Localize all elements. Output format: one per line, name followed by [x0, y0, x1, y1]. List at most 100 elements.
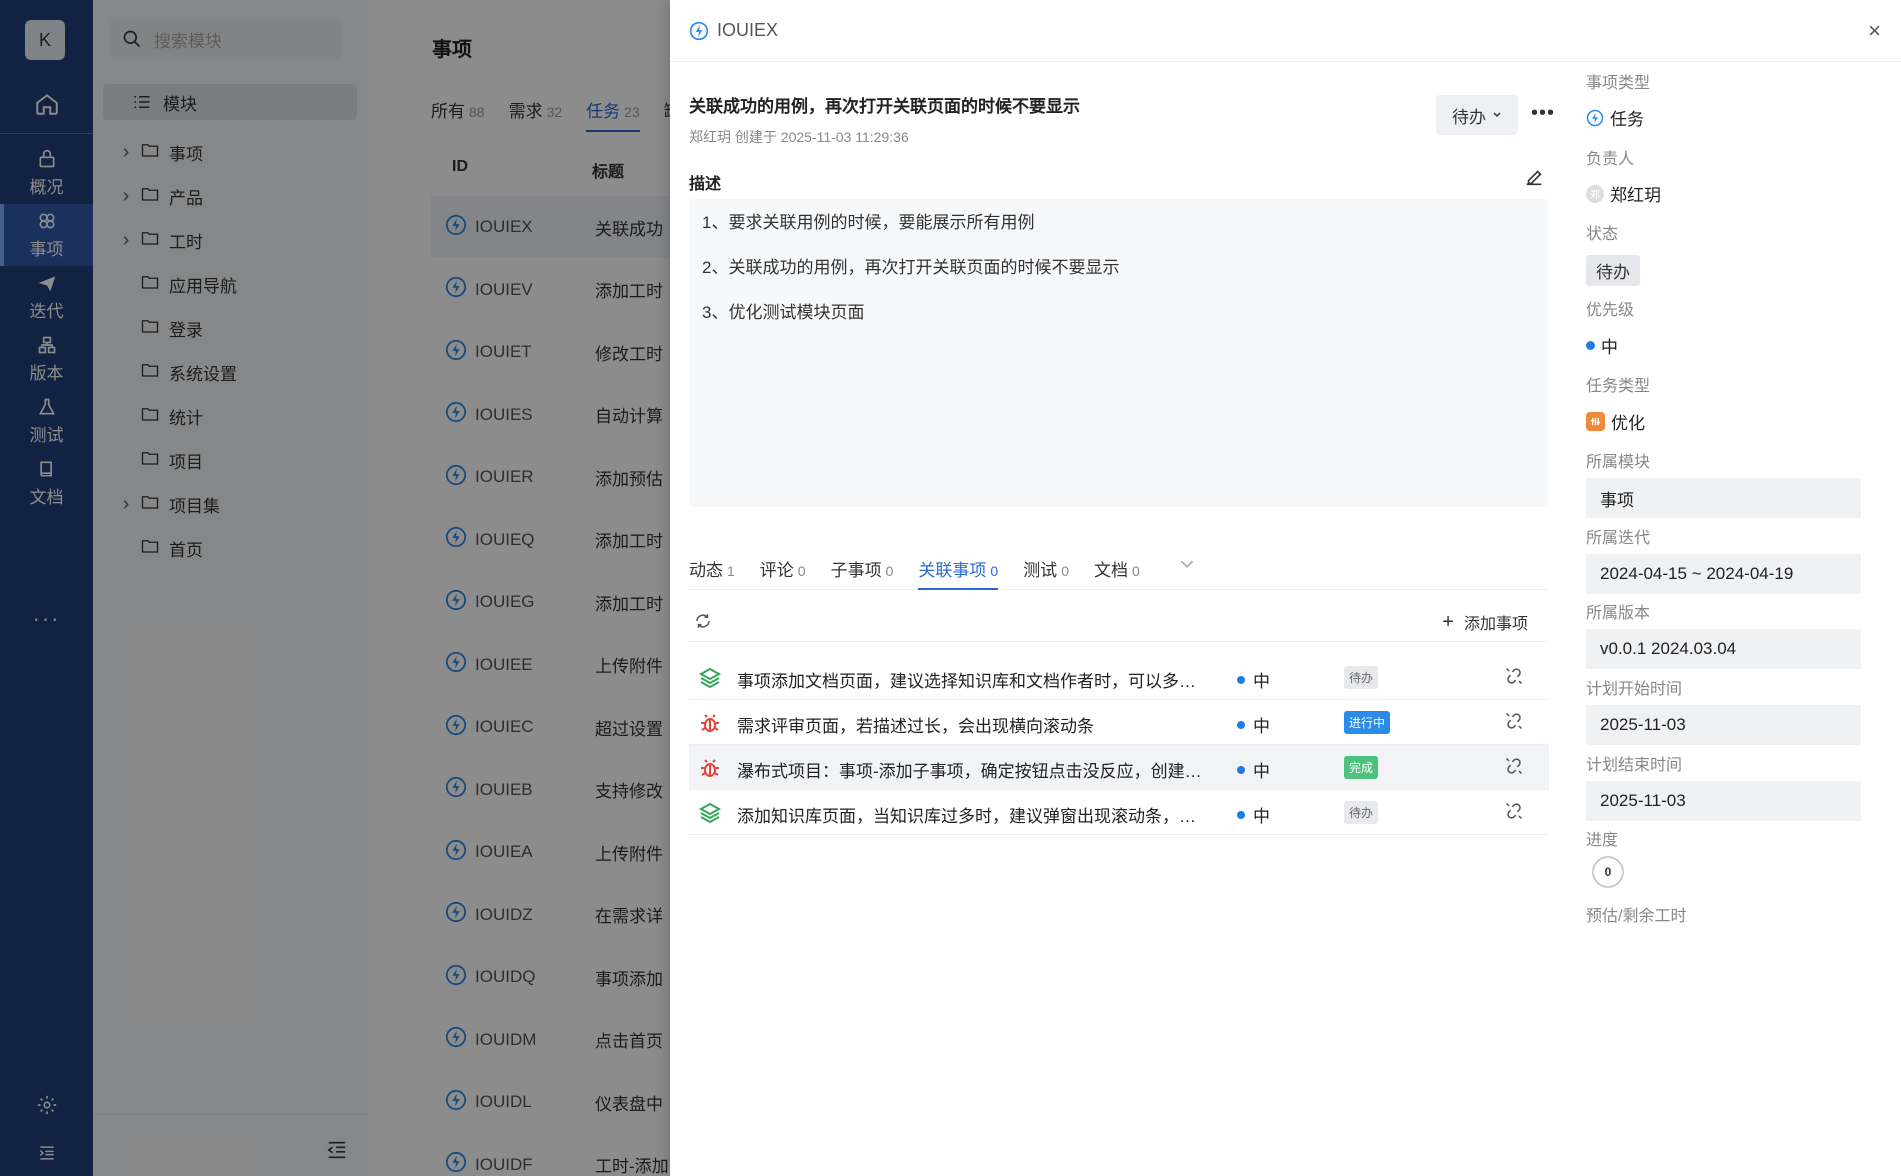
owner-label: 负责人 — [1586, 151, 1635, 168]
unlink-icon[interactable] — [1504, 711, 1524, 736]
status-badge: 待办 — [1344, 666, 1379, 689]
issue-title[interactable]: 关联成功的用例，再次打开关联页面的时候不要显示 — [689, 92, 1080, 117]
status-label: 状态 — [1586, 226, 1619, 243]
tab-label: 关联事项 — [918, 561, 987, 580]
related-item-priority: 中 — [1237, 667, 1270, 692]
tab-count: 0 — [885, 563, 894, 579]
type-label: 事项类型 — [1586, 75, 1651, 92]
end-date-label: 计划结束时间 — [1586, 757, 1683, 774]
iteration-field[interactable]: 2024-04-15 ~ 2024-04-19 — [1586, 554, 1861, 594]
end-date-field[interactable]: 2025-11-03 — [1586, 781, 1861, 821]
related-item-title[interactable]: 事项添加文档页面，建议选择知识库和文档作者时，可以多选（目前只能单选） — [737, 667, 1212, 692]
chevron-down-icon — [1493, 112, 1501, 118]
tab-label: 测试 — [1023, 561, 1058, 580]
iteration-label: 所属迭代 — [1586, 530, 1651, 547]
tab-count: 0 — [1131, 563, 1140, 579]
status-badge: 完成 — [1344, 756, 1379, 779]
tab-related[interactable]: 关联事项 0 — [918, 556, 999, 590]
description-line: 3、优化测试模块页面 — [702, 303, 865, 322]
edit-icon[interactable] — [1523, 166, 1545, 193]
status-dropdown[interactable]: 待办 — [1436, 95, 1518, 135]
priority-dot — [1237, 675, 1245, 684]
tab-label: 评论 — [759, 561, 794, 580]
status-dropdown-label: 待办 — [1452, 107, 1486, 127]
related-item-row[interactable]: 瀑布式项目：事项-添加子事项，确定按钮点击没反应，创建不成功 中 完成 — [689, 745, 1549, 790]
tabs-more-chevron-icon[interactable] — [1180, 556, 1194, 589]
description-box[interactable]: 1、要求关联用例的时候，要能展示所有用例 2、关联成功的用例，再次打开关联页面的… — [689, 199, 1549, 507]
priority-value[interactable]: 中 — [1586, 333, 1618, 358]
status-badge: 进行中 — [1344, 711, 1391, 734]
bug-icon — [698, 711, 722, 740]
unlink-icon[interactable] — [1504, 801, 1524, 826]
unlink-icon[interactable] — [1504, 756, 1524, 781]
related-item-row[interactable]: 需求评审页面，若描述过长，会出现横向滚动条 中 进行中 — [689, 700, 1549, 745]
status-badge: 待办 — [1586, 255, 1640, 286]
tab-count: 1 — [727, 563, 735, 579]
priority-dot — [1586, 341, 1595, 350]
requirement-icon — [698, 666, 722, 695]
unlink-icon[interactable] — [1504, 666, 1524, 691]
tab-label: 子事项 — [830, 561, 882, 580]
optimize-icon — [1586, 412, 1605, 431]
drawer-id-text: IOUIEX — [717, 20, 779, 40]
description-label: 描述 — [689, 176, 722, 193]
priority-dot — [1237, 720, 1245, 729]
more-actions-button[interactable]: ••• — [1531, 102, 1555, 125]
task-type-value[interactable]: 优化 — [1586, 409, 1645, 434]
detail-tabs: 动态 1 评论 0 子事项 0 关联事项 0 测试 0 文档 0 — [689, 556, 1549, 590]
tab-tests[interactable]: 测试 0 — [1023, 556, 1069, 590]
status-badge: 待办 — [1344, 801, 1379, 824]
type-value-text: 任务 — [1610, 110, 1644, 129]
module-label: 所属模块 — [1586, 454, 1651, 471]
priority-dot — [1237, 810, 1245, 819]
tab-label: 文档 — [1093, 561, 1128, 580]
tab-subitems[interactable]: 子事项 0 — [831, 556, 894, 590]
owner-value-text: 郑红玥 — [1610, 186, 1661, 205]
progress-ring[interactable]: 0 — [1592, 856, 1624, 888]
status-value[interactable]: 待办 — [1586, 255, 1640, 286]
tab-docs[interactable]: 文档 0 — [1094, 556, 1140, 590]
plus-icon: + — [1442, 610, 1454, 633]
related-item-row[interactable]: 事项添加文档页面，建议选择知识库和文档作者时，可以多选（目前只能单选） 中 待办 — [689, 655, 1549, 700]
related-item-title[interactable]: 添加知识库页面，当知识库过多时，建议弹窗出现滚动条，避免页面过长 — [737, 802, 1212, 827]
priority-text: 中 — [1253, 807, 1270, 826]
tab-count: 0 — [797, 563, 806, 579]
avatar: 郑 — [1586, 184, 1604, 203]
related-item-title[interactable]: 需求评审页面，若描述过长，会出现横向滚动条 — [737, 712, 1212, 737]
tab-count: 0 — [990, 563, 999, 579]
related-toolbar: + 添加事项 — [689, 600, 1549, 642]
refresh-icon[interactable] — [694, 612, 712, 635]
start-date-label: 计划开始时间 — [1586, 681, 1683, 698]
related-item-row[interactable]: 添加知识库页面，当知识库过多时，建议弹窗出现滚动条，避免页面过长 中 待办 — [689, 790, 1549, 835]
start-date-field[interactable]: 2025-11-03 — [1586, 705, 1861, 745]
task-type-icon — [689, 21, 709, 40]
related-item-title[interactable]: 瀑布式项目：事项-添加子事项，确定按钮点击没反应，创建不成功 — [737, 757, 1212, 782]
task-type-icon — [1586, 109, 1604, 126]
drawer-issue-id: IOUIEX — [689, 20, 778, 41]
priority-label: 优先级 — [1586, 302, 1635, 319]
drawer-header: IOUIEX × — [670, 0, 1901, 62]
tab-activity[interactable]: 动态 1 — [689, 556, 735, 590]
priority-value-text: 中 — [1601, 338, 1618, 357]
add-related-label: 添加事项 — [1463, 616, 1528, 633]
related-item-priority: 中 — [1237, 757, 1270, 782]
priority-text: 中 — [1253, 717, 1270, 736]
tab-comments[interactable]: 评论 0 — [760, 556, 806, 590]
module-field[interactable]: 事项 — [1586, 478, 1861, 518]
requirement-icon — [698, 801, 722, 830]
modal-overlay[interactable] — [0, 0, 670, 1176]
related-item-priority: 中 — [1237, 712, 1270, 737]
bug-icon — [698, 756, 722, 785]
add-related-button[interactable]: + 添加事项 — [1442, 610, 1528, 634]
owner-value[interactable]: 郑 郑红玥 — [1586, 181, 1661, 206]
priority-dot — [1237, 765, 1245, 774]
type-value[interactable]: 任务 — [1586, 105, 1644, 130]
close-icon[interactable]: × — [1868, 18, 1881, 44]
estimate-label: 预估/剩余工时 — [1586, 908, 1687, 925]
tab-label: 动态 — [689, 561, 723, 580]
task-type-value-text: 优化 — [1611, 414, 1645, 433]
description-line: 2、关联成功的用例，再次打开关联页面的时候不要显示 — [702, 258, 1120, 277]
description-line: 1、要求关联用例的时候，要能展示所有用例 — [702, 213, 1035, 232]
version-field[interactable]: v0.0.1 2024.03.04 — [1586, 629, 1861, 669]
issue-meta: 郑红玥 创建于 2025-11-03 11:29:36 — [689, 129, 909, 145]
